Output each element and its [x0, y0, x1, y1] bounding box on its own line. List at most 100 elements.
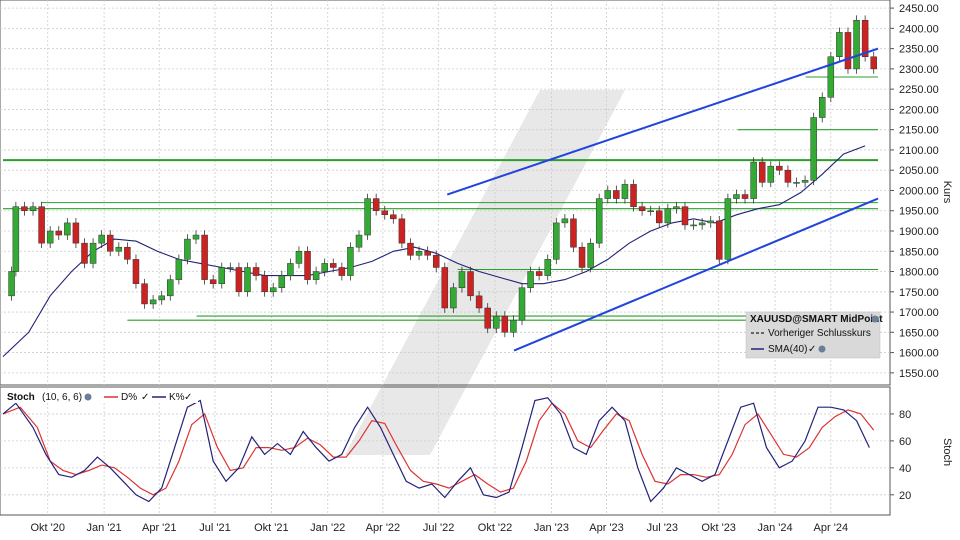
candle-body [12, 206, 20, 272]
candle-body [338, 267, 346, 276]
candle-body [561, 218, 569, 224]
price-tick-label: 1800.00 [899, 267, 939, 279]
stoch-label: Stoch [7, 392, 35, 403]
time-tick-label: Jan '21 [87, 522, 122, 534]
candle-body [767, 165, 775, 183]
stoch-axis-ticks: 20 40 60 80 [890, 409, 911, 502]
candle-body [64, 222, 71, 236]
candle-body [29, 206, 37, 211]
time-tick-label: Okt '22 [478, 522, 513, 534]
candle-body [89, 242, 97, 264]
candle-body [818, 97, 826, 118]
stoch-legend: Stoch (10, 6, 6) D% ✓ K% ✓ [3, 390, 198, 403]
candle-body [209, 279, 217, 284]
candle-body [493, 315, 500, 329]
price-tick-label: 1900.00 [899, 226, 939, 238]
time-tick-label: Apr '21 [142, 522, 177, 534]
candle-body [595, 198, 603, 244]
candle-body [733, 194, 740, 199]
candle-body [707, 220, 714, 224]
time-axis-ticks: Okt '20 Jan '21 Apr '21 Jul '21 Okt '21 Jan '… [30, 522, 848, 534]
k-label: K% [169, 392, 185, 403]
candle-body [870, 56, 877, 70]
stoch-tick-label: 80 [899, 409, 911, 421]
time-tick-label: Apr '22 [366, 522, 401, 534]
candle-body [578, 246, 586, 268]
sma-label: SMA(40) [768, 344, 807, 355]
candle-body [570, 218, 577, 248]
candle-body [8, 271, 15, 297]
candle-body [38, 206, 45, 244]
candle-body [407, 242, 414, 256]
candle-body [269, 287, 277, 293]
candle-body [801, 180, 809, 183]
time-tick-label: Jan '23 [534, 522, 569, 534]
candle-body [758, 161, 766, 183]
candlestick-series [8, 15, 877, 338]
candle-body [836, 32, 843, 57]
candle-body [330, 263, 337, 268]
candle-body [21, 206, 28, 211]
candle-body [656, 210, 663, 224]
candle-body [853, 20, 860, 70]
candle-body [784, 169, 792, 183]
candle-body [372, 198, 380, 211]
sma-check-icon[interactable]: ✓ [808, 344, 816, 355]
candle-body [201, 234, 208, 280]
candle-body [81, 242, 88, 264]
price-tick-label: 1650.00 [899, 327, 939, 339]
candle-body [124, 246, 131, 260]
k-check-icon[interactable]: ✓ [184, 392, 192, 403]
d-check-icon[interactable]: ✓ [141, 392, 149, 403]
time-tick-label: Jul '22 [423, 522, 454, 534]
candle-body [664, 208, 672, 224]
stoch-tick-label: 40 [899, 463, 911, 475]
candle-body [115, 246, 123, 252]
price-tick-label: 1750.00 [899, 287, 939, 299]
price-tick-label: 2450.00 [899, 3, 939, 15]
candle-body [750, 161, 757, 199]
price-tick-label: 2050.00 [899, 165, 939, 177]
candle-body [106, 234, 114, 252]
candle-body [252, 267, 260, 276]
price-tick-label: 2200.00 [899, 104, 939, 116]
price-tick-label: 1850.00 [899, 246, 939, 258]
candle-body [235, 267, 243, 293]
candle-body [527, 271, 534, 288]
sma-settings-icon[interactable] [818, 345, 826, 353]
symbol-label: XAUUSD@SMART MidPoint [750, 314, 883, 325]
candle-body [810, 117, 817, 181]
candle-body [647, 210, 654, 212]
price-tick-label: 2150.00 [899, 125, 939, 137]
price-axis-title: Kurs [941, 181, 953, 204]
settings-icon[interactable] [871, 315, 879, 323]
candle-body [192, 234, 200, 240]
time-tick-label: Apr '23 [589, 522, 624, 534]
prev-close-label: Vorheriger Schlusskurs [768, 328, 871, 339]
candle-body [827, 56, 835, 98]
candle-body [364, 198, 371, 236]
candle-body [613, 190, 620, 199]
candle-body [167, 279, 174, 297]
price-axis-ticks: 1550.00 1600.00 1650.00 1700.00 1750.00 1800.… [890, 3, 939, 380]
candle-body [55, 230, 63, 236]
candle-body [347, 246, 354, 276]
candle-body [638, 206, 646, 211]
candle-body [510, 319, 517, 333]
stoch-settings-icon[interactable] [84, 393, 92, 401]
candle-body [244, 267, 251, 293]
candle-body [381, 210, 388, 216]
candle-body [518, 287, 526, 321]
candle-body [72, 222, 80, 244]
candle-body [587, 242, 594, 268]
candle-body [415, 251, 423, 256]
candle-body [132, 259, 140, 284]
candle-body [716, 220, 723, 260]
price-tick-label: 2400.00 [899, 23, 939, 35]
candle-body [98, 234, 105, 244]
candle-body [46, 230, 54, 244]
candle-body [441, 267, 449, 309]
price-tick-label: 1950.00 [899, 206, 939, 218]
candle-body [501, 315, 509, 333]
candle-body [304, 251, 311, 280]
